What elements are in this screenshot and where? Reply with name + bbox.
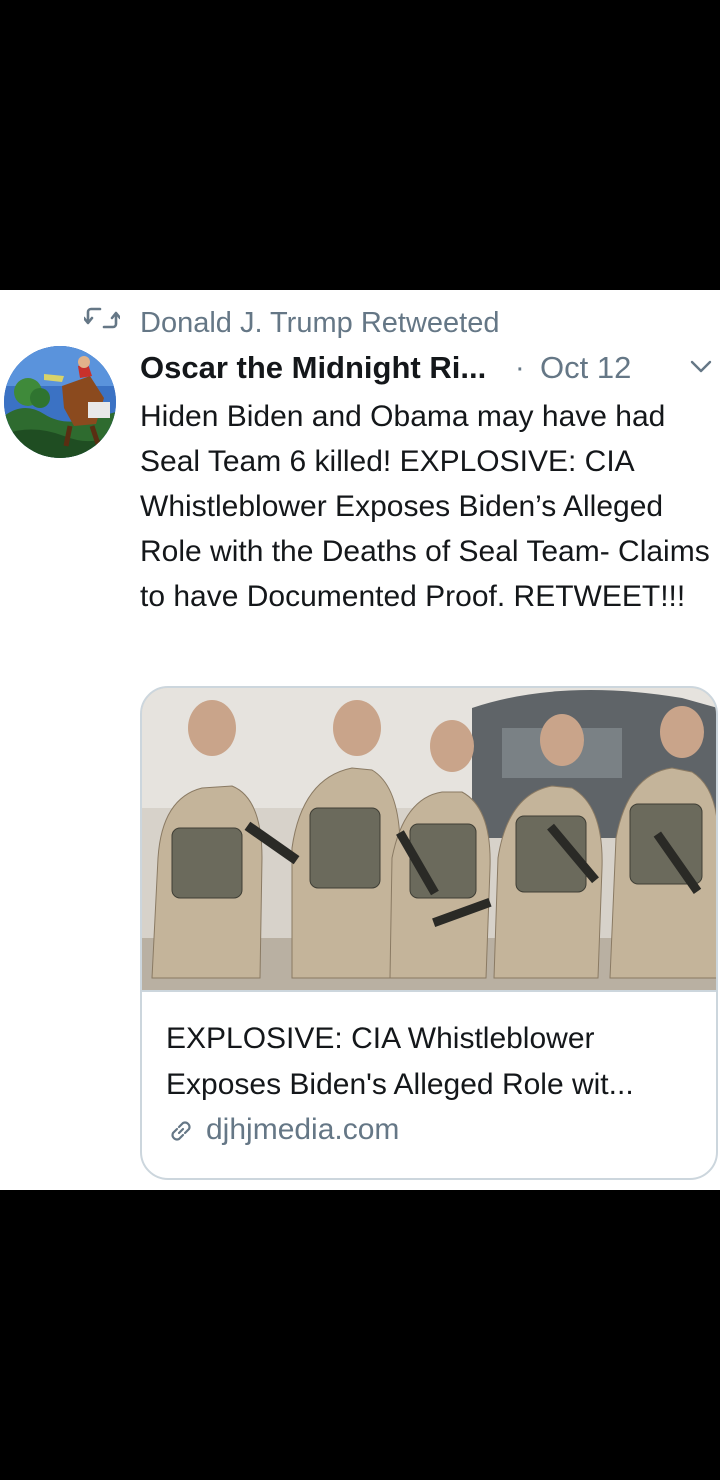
display-name[interactable]: Oscar the Midnight Ri... — [140, 348, 486, 388]
tweet-date[interactable]: Oct 12 — [540, 348, 631, 388]
retweet-icon — [82, 306, 122, 330]
card-domain-text: djhjmedia.com — [206, 1113, 400, 1146]
link-card[interactable]: EXPLOSIVE: CIA Whistleblower Exposes Bid… — [140, 686, 718, 1180]
card-title-line1: EXPLOSIVE: CIA Whistleblower — [166, 1022, 595, 1055]
retweet-context-text[interactable]: Donald J. Trump Retweeted — [140, 305, 499, 341]
avatar[interactable] — [4, 346, 116, 458]
tweet[interactable]: Donald J. Trump Retweeted Oscar the Midn… — [0, 290, 720, 1190]
card-title-line2: Exposes Biden's Alleged Role wit... — [166, 1068, 634, 1101]
card-divider — [142, 990, 716, 992]
tweet-header: Oscar the Midnight Ri... · Oct 12 — [140, 348, 720, 388]
screen: Donald J. Trump Retweeted Oscar the Midn… — [0, 0, 720, 1480]
tweet-text: Hiden Biden and Obama may have had Seal … — [140, 400, 710, 613]
link-icon — [166, 1116, 196, 1146]
retweet-context: Donald J. Trump Retweeted — [0, 298, 720, 341]
card-title[interactable]: EXPLOSIVE: CIA Whistleblower Exposes Bid… — [166, 1016, 706, 1108]
card-image[interactable] — [142, 688, 716, 990]
header-separator: · — [515, 352, 525, 384]
chevron-down-icon[interactable] — [688, 356, 714, 378]
card-domain[interactable]: djhjmedia.com — [166, 1108, 706, 1152]
